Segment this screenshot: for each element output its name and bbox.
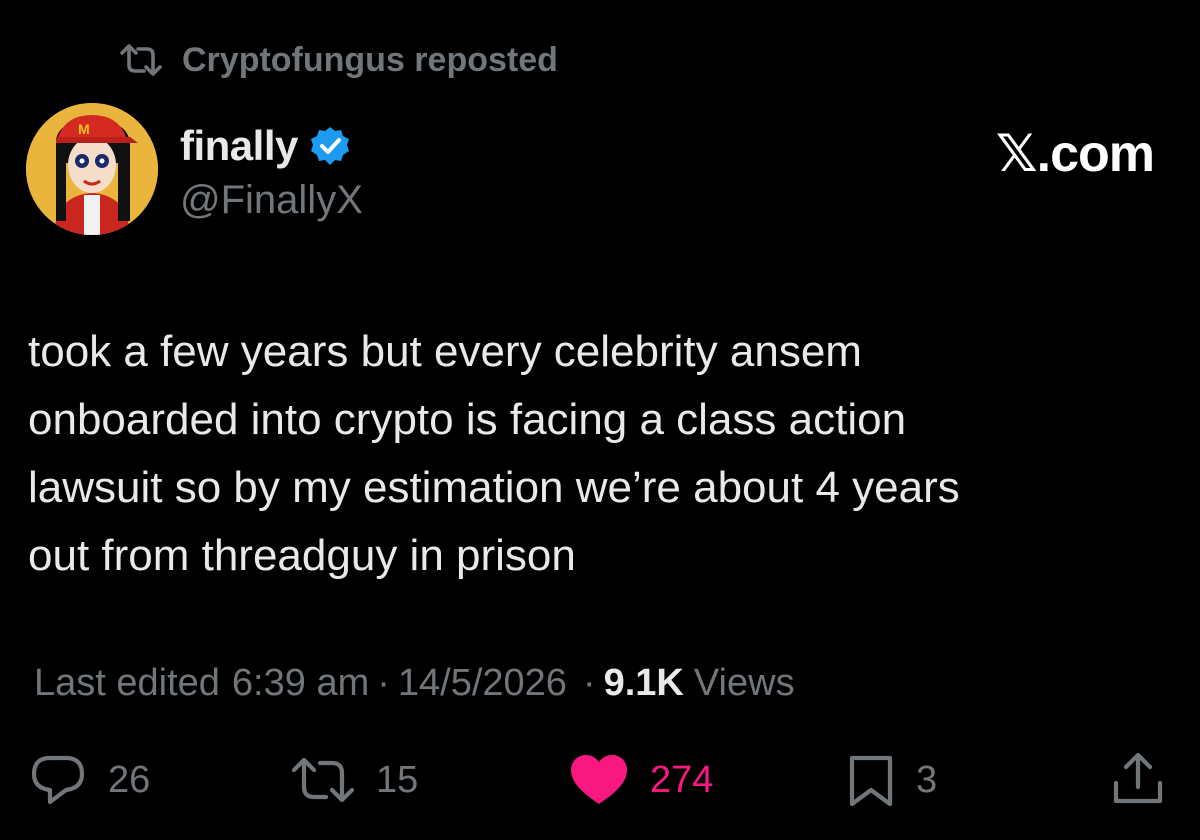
heart-icon — [568, 752, 630, 808]
repost-banner[interactable]: Cryptofungus reposted — [118, 38, 558, 82]
bookmark-count: 3 — [916, 758, 938, 801]
reply-icon — [28, 752, 88, 808]
share-icon — [1110, 751, 1166, 809]
tweet-text: took a few years but every celebrity ans… — [28, 318, 1158, 590]
tweet-text-line: took a few years but every celebrity ans… — [28, 327, 862, 376]
reply-button[interactable]: 26 — [28, 748, 150, 812]
verified-badge-icon — [308, 124, 352, 168]
repost-count: 15 — [376, 758, 419, 801]
bookmark-button[interactable]: 3 — [846, 748, 937, 812]
share-button[interactable] — [1110, 748, 1166, 812]
meta-separator: · — [582, 661, 596, 704]
author-handle[interactable]: @FinallyX — [180, 178, 363, 223]
post-time[interactable]: 6:39 am — [232, 662, 369, 705]
bookmark-icon — [846, 752, 896, 808]
svg-text:M: M — [78, 121, 90, 137]
repost-button[interactable]: 15 — [290, 748, 418, 812]
avatar[interactable]: M — [26, 103, 158, 235]
like-count: 274 — [650, 758, 714, 801]
like-button[interactable]: 274 — [568, 748, 713, 812]
author-display-name[interactable]: finally — [180, 122, 298, 170]
tweet-text-line: lawsuit so by my estimation we’re about … — [28, 463, 960, 512]
repost-banner-text: Cryptofungus reposted — [182, 40, 558, 79]
post-date[interactable]: 14/5/2026 — [398, 662, 567, 705]
avatar-image: M — [26, 103, 158, 235]
reply-count: 26 — [108, 758, 151, 801]
brand-logo: 𝕏.com — [995, 125, 1155, 183]
tweet-meta: Last edited 6:39 am · 14/5/2026 · 9.1K V… — [34, 656, 795, 710]
views-count[interactable]: 9.1K — [604, 662, 684, 705]
author-name-row[interactable]: finally — [180, 120, 352, 172]
edited-label[interactable]: Last edited — [34, 662, 220, 705]
meta-separator: · — [377, 661, 390, 704]
repost-icon — [118, 43, 164, 77]
tweet-text-line: onboarded into crypto is facing a class … — [28, 395, 907, 444]
tweet-text-line: out from threadguy in prison — [28, 531, 576, 580]
repost-icon — [290, 755, 356, 805]
views-label: Views — [693, 661, 795, 704]
action-bar: 26 15 274 3 — [0, 748, 1200, 812]
